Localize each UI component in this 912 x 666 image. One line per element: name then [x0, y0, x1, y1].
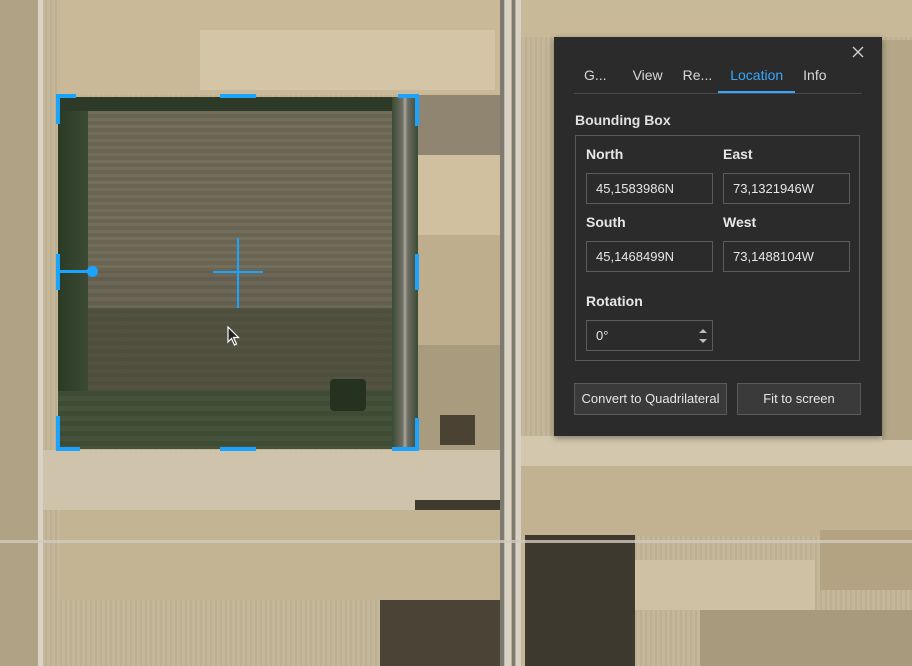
move-crosshair[interactable]	[213, 271, 263, 273]
east-field[interactable]: 73,1321946W	[723, 173, 850, 204]
tab-rendering[interactable]: Re...	[675, 59, 719, 93]
rotation-value: 0°	[596, 328, 609, 343]
section-title: Bounding Box	[575, 112, 671, 128]
spinner-arrows-icon[interactable]	[699, 327, 707, 345]
map-field	[418, 235, 500, 345]
fit-to-screen-button[interactable]: Fit to screen	[737, 383, 861, 415]
map-field	[418, 95, 500, 155]
convert-to-quadrilateral-button[interactable]: Convert to Quadrilateral	[574, 383, 727, 415]
tab-location[interactable]: Location	[718, 59, 796, 93]
tab-view[interactable]: View	[625, 59, 675, 93]
tab-bar: G... View Re... Location Info	[574, 59, 862, 94]
resize-handle-bottom-right[interactable]	[415, 418, 419, 450]
close-icon[interactable]	[851, 45, 865, 59]
move-crosshair[interactable]	[237, 238, 239, 308]
map-field	[525, 535, 635, 666]
map-field	[820, 530, 912, 590]
map-field	[635, 560, 815, 610]
rotation-label: Rotation	[586, 293, 643, 309]
map-field	[882, 40, 912, 440]
overlay-tree-line	[58, 97, 418, 111]
map-field	[520, 466, 912, 536]
north-field[interactable]: 45,1583986N	[586, 173, 713, 204]
south-label: South	[586, 214, 626, 230]
tab-info[interactable]: Info	[795, 59, 834, 93]
map-field	[440, 415, 475, 445]
south-field[interactable]: 45,1468499N	[586, 241, 713, 272]
road	[512, 0, 515, 666]
map-field	[418, 155, 500, 235]
resize-handle-top[interactable]	[220, 94, 256, 98]
mouse-pointer-icon	[227, 326, 240, 346]
rotation-handle[interactable]	[87, 266, 98, 277]
bounding-box-group: North 45,1583986N East 73,1321946W South…	[575, 135, 860, 361]
east-label: East	[723, 146, 753, 162]
north-label: North	[586, 146, 624, 162]
resize-handle-bottom[interactable]	[220, 447, 256, 451]
west-field[interactable]: 73,1488104W	[723, 241, 850, 272]
resize-handle-top-left[interactable]	[56, 94, 60, 124]
map-field	[200, 30, 495, 90]
map-field	[380, 600, 500, 666]
road	[0, 540, 912, 543]
resize-handle-top-right[interactable]	[415, 94, 419, 126]
rotation-stepper[interactable]: 0°	[586, 320, 713, 351]
west-label: West	[723, 214, 757, 230]
resize-handle-bottom-left[interactable]	[56, 447, 80, 451]
overlay-field-upper	[88, 111, 392, 271]
map-field	[60, 510, 500, 600]
road	[516, 0, 521, 666]
map-field	[520, 436, 912, 466]
road	[500, 0, 504, 666]
map-field	[700, 610, 912, 666]
resize-handle-bottom-left[interactable]	[56, 416, 60, 450]
map-field	[0, 0, 38, 666]
overlay-woodlot	[330, 379, 366, 411]
resize-handle-right[interactable]	[415, 254, 419, 290]
map-field	[520, 0, 912, 37]
road	[505, 0, 511, 666]
road	[38, 0, 43, 666]
tab-general[interactable]: G...	[574, 59, 625, 93]
properties-panel: G... View Re... Location Info Bounding B…	[554, 37, 882, 436]
